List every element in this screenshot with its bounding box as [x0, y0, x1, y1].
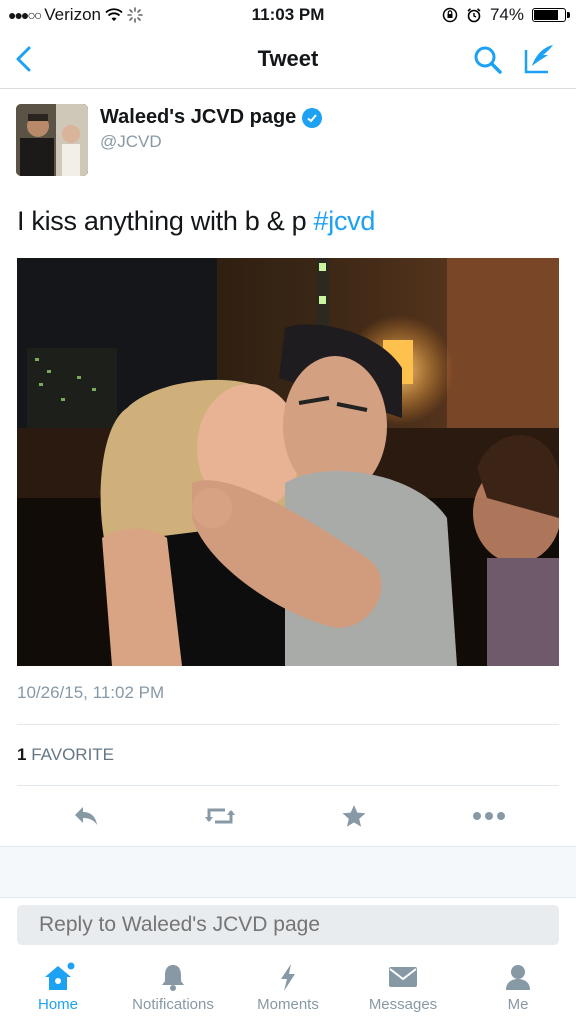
alarm-icon	[467, 8, 481, 23]
tab-label: Messages	[368, 996, 438, 1013]
retweet-icon	[205, 808, 235, 824]
tweet-timestamp: 10/26/15, 11:02 PM	[17, 683, 165, 702]
star-icon	[342, 805, 366, 827]
retweet-button[interactable]	[202, 798, 238, 834]
hashtag-link[interactable]: #jcvd	[314, 206, 376, 236]
home-icon	[45, 962, 75, 990]
tab-messages[interactable]: Messages	[345, 962, 461, 1024]
favorites-count[interactable]: 1 FAVORITE	[17, 745, 114, 765]
status-bar: ●●●○○ Verizon 11:03 PM 74%	[0, 0, 576, 32]
section-separator	[0, 846, 576, 898]
orientation-lock-icon	[442, 7, 458, 23]
tweet-text: I kiss anything with b & p #jcvd	[17, 206, 375, 237]
more-options-button[interactable]	[471, 798, 507, 834]
tab-label: Moments	[257, 996, 319, 1013]
reply-icon	[75, 807, 97, 825]
author-handle[interactable]: @JCVD	[100, 132, 162, 152]
tab-label: Notifications	[132, 996, 214, 1013]
tab-bar: Home Notifications Moments Messages Me	[0, 956, 576, 1024]
favorites-label: FAVORITE	[31, 745, 115, 764]
tweet-author: Waleed's JCVD page @JCVD	[16, 104, 560, 180]
tab-label: Home	[37, 996, 78, 1013]
status-right: 74%	[442, 5, 570, 25]
favorite-button[interactable]	[336, 798, 372, 834]
lightning-icon	[281, 964, 295, 991]
tweet-actions	[0, 798, 576, 836]
tab-label: Me	[507, 996, 529, 1013]
author-name[interactable]: Waleed's JCVD page	[100, 106, 323, 129]
tab-moments[interactable]: Moments	[230, 962, 346, 1024]
tweet-text-body: I kiss anything with b & p	[17, 206, 314, 236]
battery-icon	[532, 8, 570, 22]
tweet-photo[interactable]	[17, 258, 559, 666]
tab-notifications[interactable]: Notifications	[115, 962, 231, 1024]
verified-badge-icon	[302, 107, 323, 128]
tweet-photo-image	[17, 258, 559, 666]
divider	[17, 785, 559, 786]
search-icon[interactable]	[472, 44, 504, 76]
more-dots-icon	[473, 812, 505, 820]
divider	[17, 724, 559, 725]
person-icon	[506, 965, 530, 990]
tab-me[interactable]: Me	[460, 962, 576, 1024]
reply-button[interactable]	[68, 798, 104, 834]
battery-percentage: 74%	[489, 5, 524, 24]
envelope-icon	[389, 967, 417, 987]
author-name-text: Waleed's JCVD page	[100, 106, 297, 128]
navigation-bar: Tweet	[0, 32, 576, 89]
reply-input[interactable]	[17, 905, 559, 945]
tab-home[interactable]: Home	[0, 962, 116, 1024]
compose-tweet-icon[interactable]	[522, 42, 556, 76]
bell-icon	[162, 965, 184, 991]
favorites-number: 1	[17, 745, 27, 764]
avatar-photo	[16, 104, 88, 176]
avatar[interactable]	[16, 104, 88, 176]
